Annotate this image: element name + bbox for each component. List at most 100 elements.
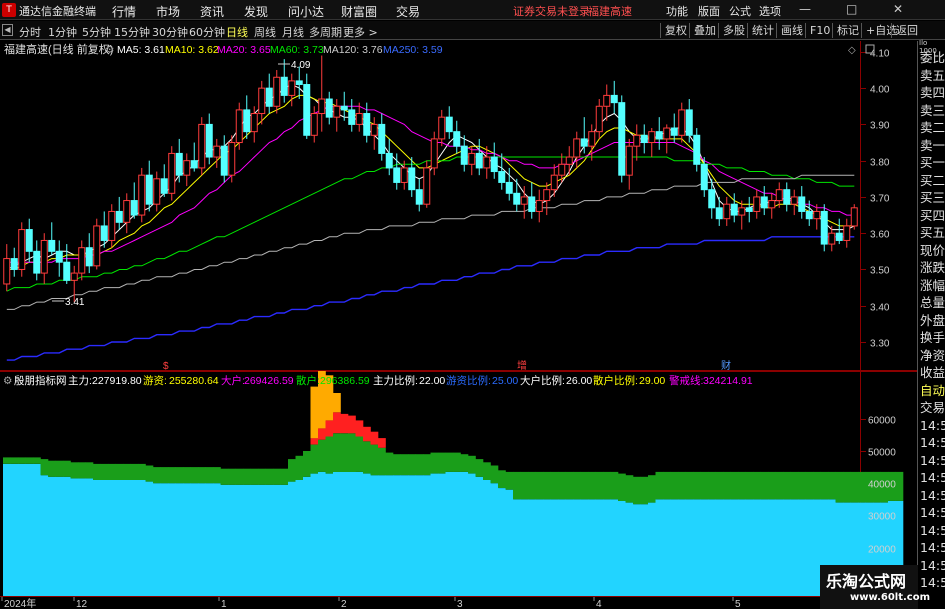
hotmoney-bar [370,444,379,476]
menu-faxian[interactable]: 发现 [244,3,268,20]
quote-item-27[interactable]: 14:56 [920,522,945,540]
hotmoney-bar [700,471,709,500]
big-bar [310,438,319,445]
period-60min[interactable]: 60分钟 [189,24,225,40]
f10-button[interactable]: F10 [805,23,830,38]
period-1min[interactable]: 1分钟 [48,24,77,40]
multi-stock-button[interactable]: 多股 [718,23,745,38]
quote-item-28[interactable]: 14:56 [920,539,945,557]
quote-item-30[interactable]: 14:56 [920,574,945,592]
diamond-icon[interactable]: ◇ [848,45,856,56]
maximize-icon[interactable]: □ [846,2,857,16]
gear-icon[interactable]: ⚙ [3,375,12,387]
current-stock-name: 福建高速 [588,5,632,18]
draw-button[interactable]: 画线 [776,23,803,38]
quote-item-21[interactable]: 14:56 [920,417,945,435]
hotmoney-bar [640,476,649,505]
period-5min[interactable]: 5分钟 [82,24,111,40]
menu-gongneng[interactable]: 功能 [666,3,688,19]
menu-xuanxiang[interactable]: 选项 [759,3,781,19]
candle-body [48,239,56,252]
candlestick-chart[interactable]: 3.30 3.40 3.50 3.60 3.70 3.80 3.90 4.00 4.10 福建高… [0,41,917,371]
quote-item-26[interactable]: 14:56 [920,504,945,522]
quote-item-20[interactable]: 交易 [920,399,945,417]
close-icon[interactable]: ✕ [893,2,903,16]
menu-shichang[interactable]: 市场 [156,3,180,20]
menu-zixun[interactable]: 资讯 [200,3,224,20]
retail-bar [175,483,184,596]
candle-body [310,113,318,136]
retail-bar [670,499,679,596]
candle-body [663,127,671,140]
period-30min[interactable]: 30分钟 [152,24,188,40]
candle-body [168,152,176,194]
retail-bar [588,499,596,596]
candle-body [550,174,558,191]
prev-icon[interactable]: ◀ [2,24,13,36]
candle-body [453,131,461,147]
indicator-name: 殷朋指标网 [14,374,67,387]
hotmoney-bar [483,462,491,480]
quote-item-1: 卖五 [920,67,945,83]
back-button[interactable]: 返回 [891,23,918,38]
event-marker-increase[interactable]: 增 [517,359,527,371]
retail-bar [228,484,236,596]
candle-body [445,116,453,133]
retail-bar [775,499,784,596]
quote-item-22[interactable]: 14:56 [920,434,945,452]
menu-banmian[interactable]: 版面 [698,3,720,19]
hotmoney-bar [63,460,71,477]
hotmoney-bar [820,471,829,500]
candle-body [228,142,236,176]
menu-wenxiaoda[interactable]: 问小达 [288,3,324,20]
event-marker-dividend[interactable]: $ [163,361,169,371]
period-monthly[interactable]: 月线 [282,24,304,40]
quote-item-12: 涨跌 [920,260,945,275]
price-axis: 3.30 3.40 3.50 3.60 3.70 3.80 3.90 4.00 4.10 [870,49,890,350]
retail-bar [183,483,191,596]
hotmoney-bar [130,463,139,480]
retail-bar [648,502,656,596]
stats-button[interactable]: 统计 [747,23,774,38]
hotmoney-bar [550,471,559,500]
candle [228,135,236,183]
candle-body [693,134,701,165]
fuquan-button[interactable]: 复权 [660,23,687,38]
candle [820,204,828,252]
period-fenshi[interactable]: 分时 [19,24,41,40]
hotmoney-bar [738,471,746,500]
big-bar [355,420,364,437]
retail-bar [715,499,724,596]
candle-body [685,109,693,136]
candle-body [640,134,648,144]
quote-item-19[interactable]: 自动 [920,382,945,400]
quote-item-24[interactable]: 14:56 [920,469,945,487]
hotmoney-bar [280,468,289,485]
hotmoney-bar [78,462,86,479]
overlay-button[interactable]: 叠加 [689,23,716,38]
period-15min[interactable]: 15分钟 [114,24,150,40]
mark-button[interactable]: 标记 [832,23,859,38]
menu-jiaoyi[interactable]: 交易 [396,3,420,20]
period-more[interactable]: 更多 > [343,24,378,40]
quote-item-18: 收益 [920,365,945,380]
time-label-4: 4 [596,599,602,609]
candle-body [625,145,633,176]
quote-item-23[interactable]: 14:56 [920,452,945,470]
menu-caifuquan[interactable]: 财富圈 [341,3,377,20]
quote-item-25[interactable]: 14:56 [920,487,945,505]
period-weekly[interactable]: 周线 [254,24,276,40]
gear-icon[interactable]: ⚙ [105,44,114,56]
menu-gongshi[interactable]: 公式 [729,3,751,19]
retail-bar [325,473,334,596]
trade-login-warning[interactable]: 证券交易未登录 [513,3,590,19]
quote-item-29[interactable]: 14:56 [920,557,945,575]
indicator-chart[interactable]: 100002000030000400005000060000 ⚙ 殷朋指标网 主… [0,371,917,596]
period-daily[interactable]: 日线 [226,24,248,40]
event-marker-finance[interactable]: 财 [721,359,731,371]
retail-bar [595,499,604,596]
period-multi[interactable]: 多周期 [309,24,342,40]
legend-hotmoney-ratio-value: 25.00 [492,375,518,387]
minimize-icon[interactable]: — [799,2,811,16]
menu-hangqing[interactable]: 行情 [112,3,136,20]
